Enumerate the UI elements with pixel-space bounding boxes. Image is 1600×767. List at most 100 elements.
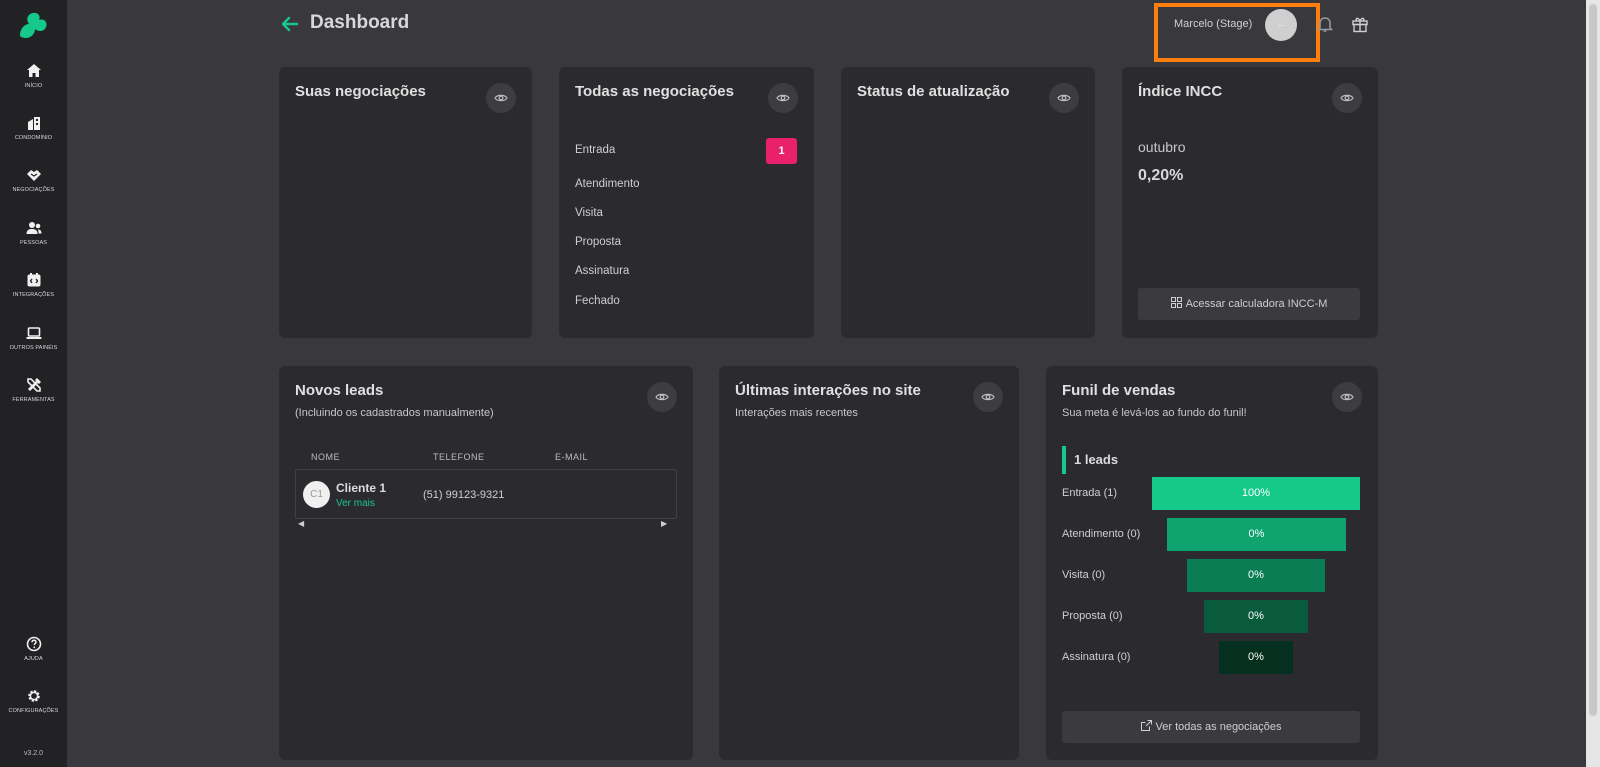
back-arrow-icon[interactable] [280, 14, 300, 34]
funnel-bar-entrada[interactable]: 100% [1152, 477, 1360, 510]
sidebar-item-negociacoes[interactable]: NEGOCIAÇÕES [0, 167, 67, 193]
sidebar-item-label: PESSOAS [20, 240, 47, 246]
page-title: Dashboard [310, 12, 410, 33]
calculator-icon [1170, 297, 1182, 308]
handshake-icon [26, 170, 41, 181]
funnel-label-atendimento: Atendimento (0) [1062, 528, 1141, 540]
card-title: Suas negociações [295, 83, 426, 100]
entrada-count-badge[interactable]: 1 [766, 138, 797, 164]
sidebar-item-condominio[interactable]: CONDOMÍNIO [0, 115, 67, 141]
sidebar-item-label: CONDOMÍNIO [14, 135, 53, 141]
visibility-toggle-button[interactable] [1332, 382, 1362, 412]
incc-month: outubro [1138, 139, 1186, 155]
sidebar-item-label: AJUDA [24, 656, 43, 662]
help-icon [26, 636, 41, 652]
card-title: Funil de vendas [1062, 382, 1176, 399]
funnel-label-entrada: Entrada (1) [1062, 487, 1118, 499]
card-title: Índice INCC [1138, 83, 1223, 100]
lead-name: Cliente 1 [336, 481, 387, 495]
visibility-toggle-button[interactable] [647, 382, 677, 412]
people-icon [26, 222, 41, 234]
funnel-label-visita: Visita (0) [1062, 569, 1106, 581]
scroll-right-icon[interactable]: ▶ [661, 519, 667, 528]
sidebar-item-ajuda[interactable]: AJUDA [0, 636, 67, 662]
card-indice-incc: Índice INCC outubro 0,20% Acessar calcul… [1122, 67, 1378, 338]
avatar: C1 [303, 481, 330, 508]
tools-icon [26, 378, 41, 392]
funnel-bar-assinatura[interactable]: 0% [1219, 641, 1293, 674]
sidebar-item-label: OUTROS PAINÉIS [9, 345, 58, 351]
sidebar-item-ferramentas[interactable]: FERRAMENTAS [0, 377, 67, 403]
stage-atendimento[interactable]: Atendimento [575, 178, 640, 190]
funnel-total-marker [1062, 446, 1066, 474]
eye-icon [1340, 94, 1354, 102]
eye-icon [1340, 393, 1354, 401]
building-icon [27, 117, 40, 130]
sidebar-item-outros-paineis[interactable]: OUTROS PAINÉIS [0, 325, 67, 351]
visibility-toggle-button[interactable] [486, 83, 516, 113]
sidebar-item-label: INTEGRAÇÕES [12, 292, 55, 298]
sidebar-item-inicio[interactable]: INÍCIO [0, 63, 67, 89]
home-icon [26, 64, 41, 77]
visibility-toggle-button[interactable] [973, 382, 1003, 412]
vertical-scrollbar[interactable] [1586, 0, 1600, 767]
incc-value: 0,20% [1138, 167, 1184, 184]
eye-icon [1057, 94, 1071, 102]
card-status-atualizacao: Status de atualização [841, 67, 1095, 338]
app-version: v3.2.0 [23, 750, 44, 757]
logo-icon[interactable] [16, 10, 50, 40]
card-todas-negociacoes: Todas as negociações Entrada 1 Atendimen… [559, 67, 814, 338]
funnel-bar-visita[interactable]: 0% [1187, 559, 1325, 592]
card-title: Últimas interações no site [735, 382, 921, 399]
sidebar-item-integracoes[interactable]: INTEGRAÇÕES [0, 272, 67, 298]
visibility-toggle-button[interactable] [1049, 83, 1079, 113]
card-subtitle: Sua meta é levá-los ao fundo do funil! [1062, 407, 1247, 419]
eye-icon [981, 393, 995, 401]
sidebar-item-configuracoes[interactable]: CONFIGURAÇÕES [0, 688, 67, 714]
stage-proposta[interactable]: Proposta [575, 236, 621, 248]
card-ultimas-interacoes: Últimas interações no site Interações ma… [719, 366, 1019, 760]
eye-icon [655, 393, 669, 401]
column-header-email: E-MAIL [555, 452, 589, 462]
card-title: Todas as negociações [575, 83, 734, 100]
incc-button-label: Acessar calculadora INCC-M [1185, 298, 1328, 310]
sidebar: INÍCIO CONDOMÍNIO NEGOCIAÇÕES PESSOAS IN… [0, 0, 67, 767]
column-header-telefone: TELEFONE [433, 452, 485, 462]
eye-icon [776, 94, 790, 102]
external-link-icon [1140, 720, 1152, 731]
sidebar-item-label: NEGOCIAÇÕES [12, 187, 55, 193]
integration-icon [27, 273, 40, 287]
laptop-icon [26, 327, 41, 339]
stage-assinatura[interactable]: Assinatura [575, 265, 629, 277]
column-header-nome: NOME [311, 452, 340, 462]
card-subtitle: (Incluindo os cadastrados manualmente) [295, 407, 494, 419]
stage-visita[interactable]: Visita [575, 207, 603, 219]
ver-mais-link[interactable]: Ver mais [336, 498, 375, 509]
gift-icon[interactable] [1351, 15, 1369, 33]
card-novos-leads: Novos leads (Incluindo os cadastrados ma… [279, 366, 693, 760]
sidebar-item-label: FERRAMENTAS [12, 397, 55, 403]
funnel-label-assinatura: Assinatura (0) [1062, 651, 1131, 663]
funnel-bar-proposta[interactable]: 0% [1204, 600, 1308, 633]
stage-entrada[interactable]: Entrada [575, 144, 615, 156]
highlight-box [1154, 3, 1320, 62]
funnel-bar-atendimento[interactable]: 0% [1167, 518, 1346, 551]
stage-fechado[interactable]: Fechado [575, 295, 620, 307]
funnel-total: 1 leads [1074, 452, 1119, 467]
card-suas-negociacoes: Suas negociações [279, 67, 532, 338]
ver-todas-negociacoes-button[interactable]: Ver todas as negociações [1062, 711, 1360, 743]
incc-calculator-button[interactable]: Acessar calculadora INCC-M [1138, 288, 1360, 320]
card-title: Novos leads [295, 382, 384, 399]
scrollbar-thumb[interactable] [1589, 4, 1597, 716]
card-subtitle: Interações mais recentes [735, 407, 858, 419]
bell-icon[interactable] [1316, 15, 1334, 33]
sidebar-item-label: CONFIGURAÇÕES [8, 708, 59, 714]
sidebar-item-pessoas[interactable]: PESSOAS [0, 220, 67, 246]
visibility-toggle-button[interactable] [1332, 83, 1362, 113]
table-row[interactable]: C1 Cliente 1 Ver mais (51) 99123-9321 [295, 469, 677, 519]
eye-icon [494, 94, 508, 102]
funnel-label-proposta: Proposta (0) [1062, 610, 1123, 622]
sidebar-item-label: INÍCIO [24, 83, 43, 89]
visibility-toggle-button[interactable] [768, 83, 798, 113]
scroll-left-icon[interactable]: ◀ [298, 519, 304, 528]
